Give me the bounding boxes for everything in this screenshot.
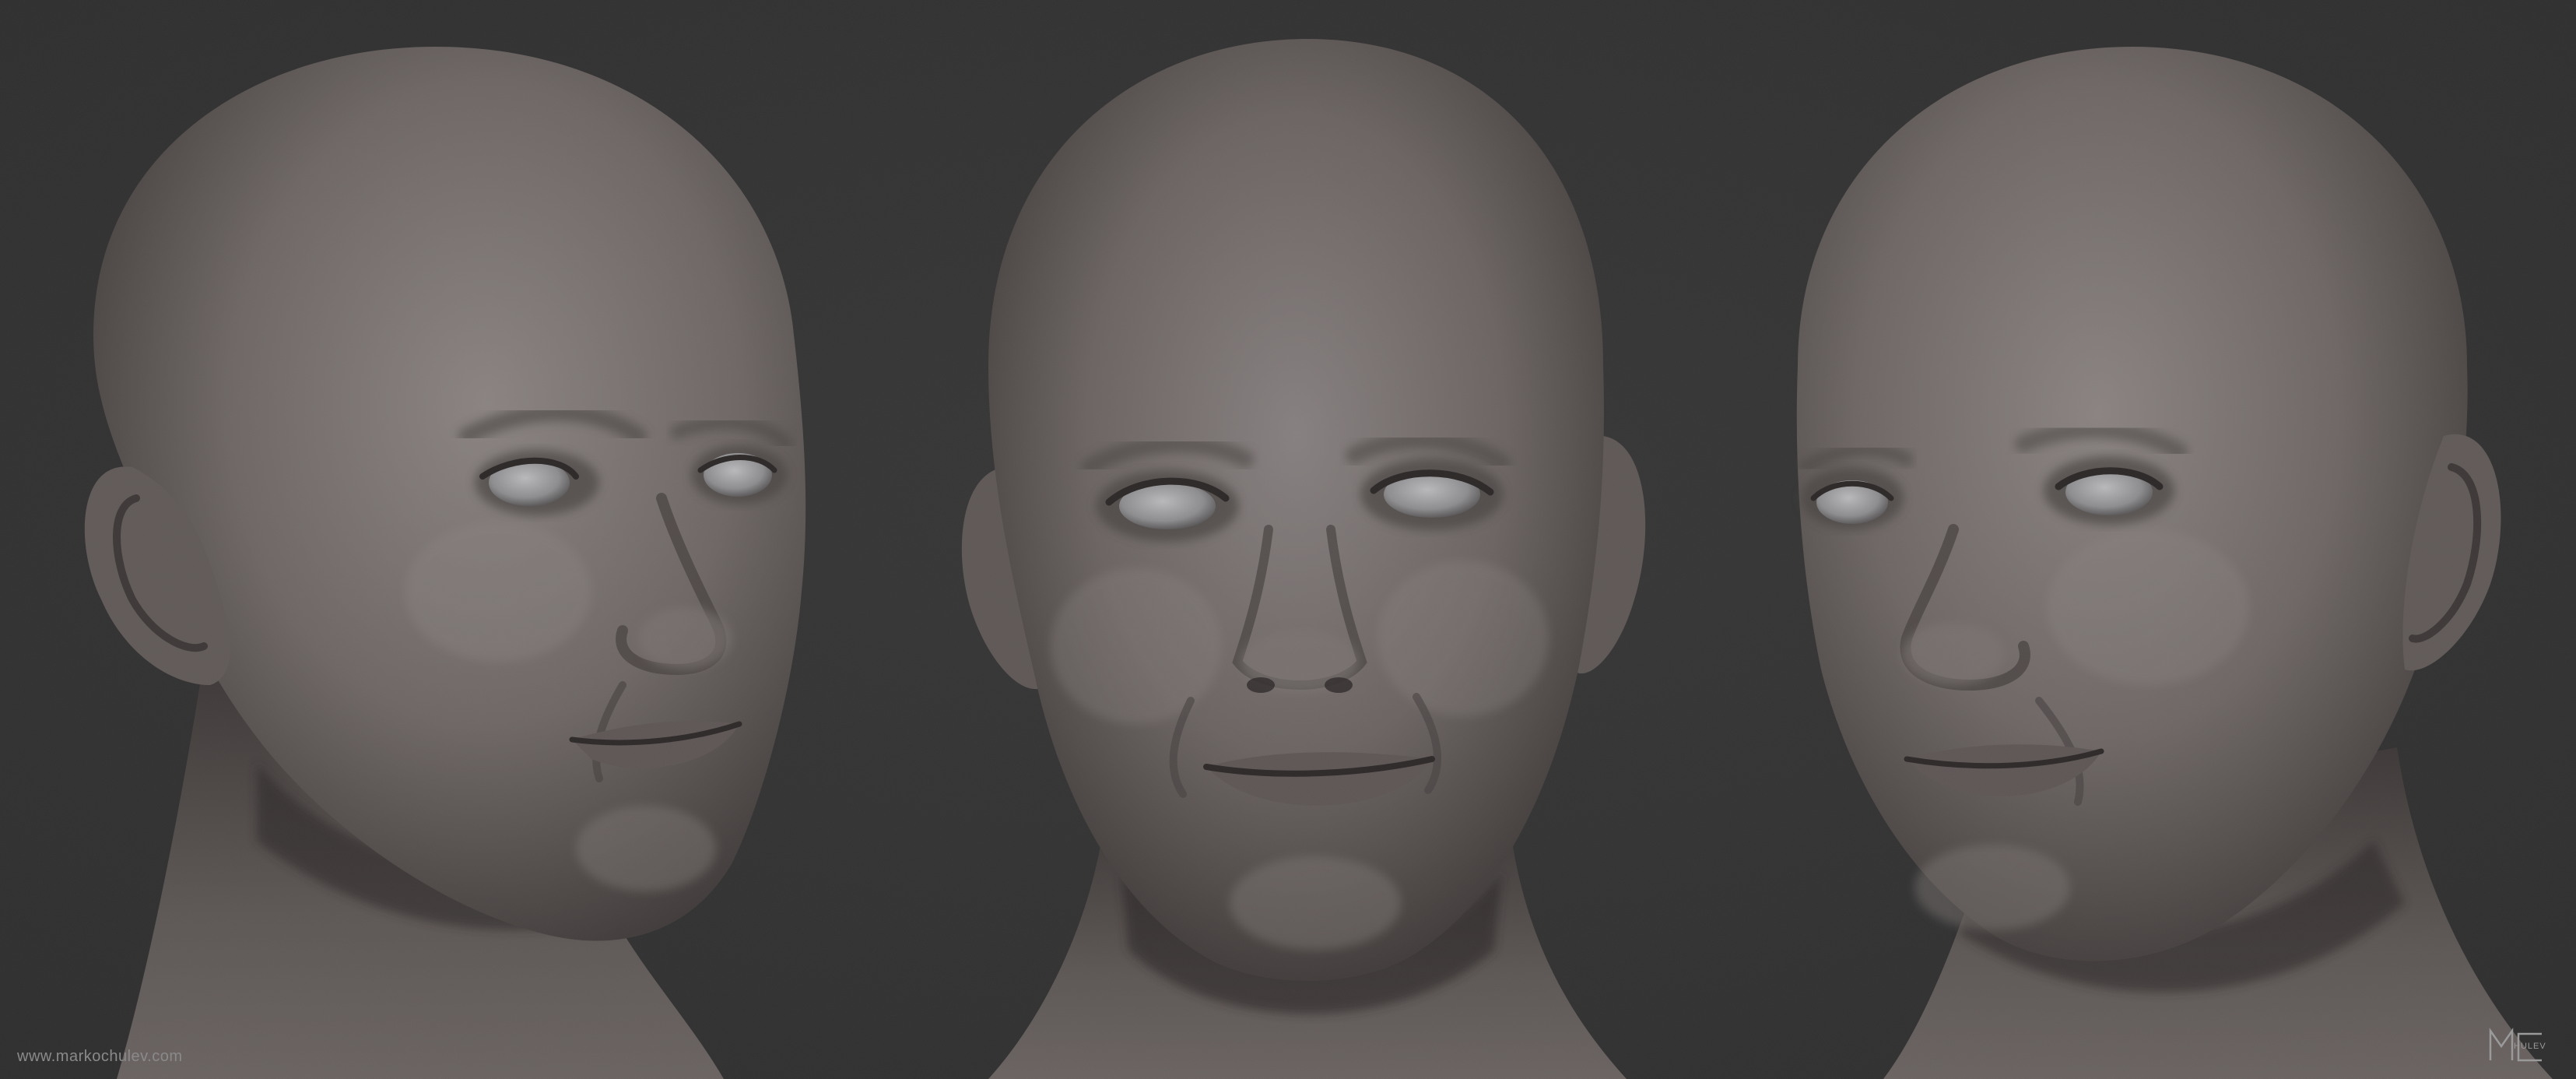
sculpt-render [0, 0, 2576, 1079]
website-credit: www.markochulev.com [17, 1048, 183, 1065]
render-canvas: www.markochulev.com HULEV [0, 0, 2576, 1079]
artist-logo-text: HULEV [2514, 1042, 2546, 1051]
